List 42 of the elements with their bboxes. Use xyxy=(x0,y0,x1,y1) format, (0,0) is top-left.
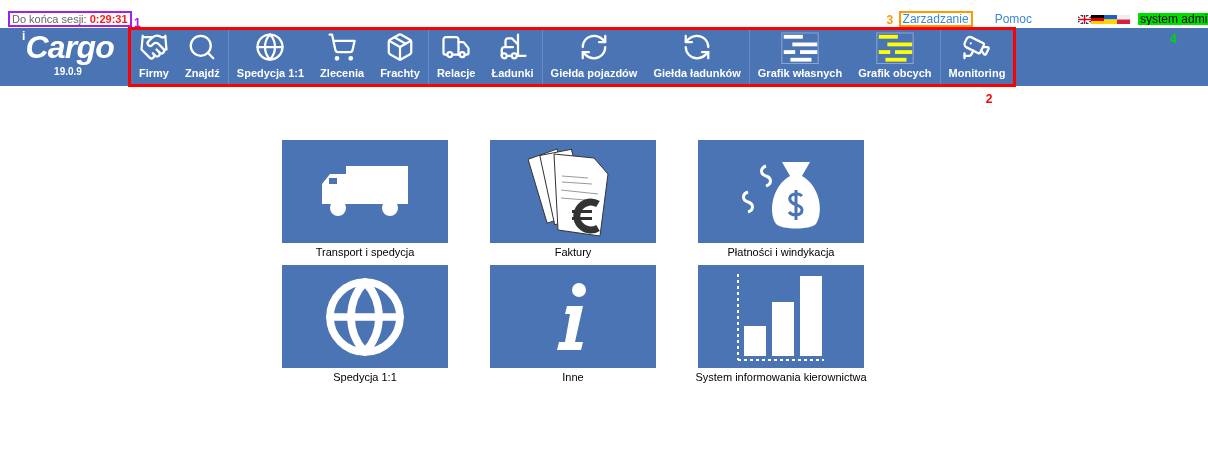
annotation-number: 4 xyxy=(1170,31,1177,48)
top-link[interactable]: Zarzadzanie xyxy=(898,11,973,27)
schedule-icon xyxy=(780,32,820,65)
tile-label: Płatności i windykacja xyxy=(727,246,835,259)
globe-icon xyxy=(255,32,286,62)
nav-item[interactable]: Zlecenia xyxy=(312,30,373,84)
nav-item[interactable]: Grafik własnych xyxy=(749,30,851,84)
module-tile[interactable] xyxy=(282,140,448,243)
exchange-icon xyxy=(579,32,609,62)
module-tile[interactable] xyxy=(698,140,864,243)
annotation-number: 1 xyxy=(134,15,141,32)
annotation-number: 3 xyxy=(886,12,894,29)
nav-item[interactable]: Frachty xyxy=(372,30,428,84)
nav-item[interactable]: Znajdź xyxy=(177,30,228,84)
schedule-icon xyxy=(874,32,915,65)
nav-item[interactable]: Giełda ładunków xyxy=(645,30,749,84)
nav-item[interactable]: Spedycja 1:1 xyxy=(228,30,313,84)
top-link[interactable]: Pomoc xyxy=(990,11,1036,27)
bar-chart-icon xyxy=(736,271,826,362)
module-tile[interactable] xyxy=(698,265,864,368)
module-tile[interactable] xyxy=(490,265,656,368)
tile-label: Spedycja 1:1 xyxy=(333,371,397,384)
tile-label: Inne xyxy=(562,371,584,384)
nav-item[interactable]: Monitoring xyxy=(940,30,1014,84)
cart-icon xyxy=(327,32,358,62)
user-name[interactable]: system admi xyxy=(1138,13,1208,25)
nav-item[interactable]: Relacje xyxy=(428,30,484,84)
annotation-number: 2 xyxy=(985,91,993,108)
module-tile[interactable] xyxy=(282,265,448,368)
package-icon xyxy=(385,32,415,62)
tile-label: System informowania kierownictwa xyxy=(695,371,867,384)
module-tile[interactable] xyxy=(490,140,656,243)
tile-label: Faktury xyxy=(554,246,592,259)
nav-item[interactable]: Ładunki xyxy=(483,30,542,84)
flag-icon[interactable] xyxy=(1104,14,1117,24)
nav-item[interactable]: Firmy xyxy=(131,30,177,84)
handshake-icon xyxy=(139,32,169,62)
session-timer: Do końca sesji: 0:29:31 xyxy=(8,11,132,27)
nav-item[interactable]: Grafik obcych xyxy=(850,30,940,84)
flag-icon[interactable] xyxy=(1091,14,1104,24)
tile-label: Transport i spedycja xyxy=(315,246,415,259)
nav-item[interactable]: Giełda pojazdów xyxy=(542,30,646,84)
